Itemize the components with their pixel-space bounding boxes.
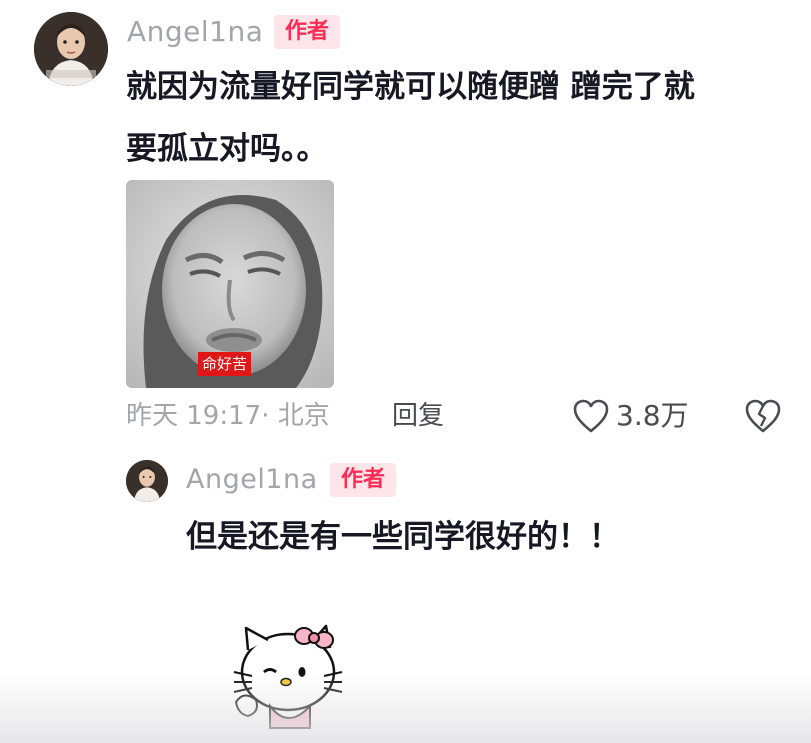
meme-caption: 命好苦 (198, 352, 252, 376)
bottom-shadow (0, 673, 811, 743)
comment-text-line-2: 要孤立对吗。。 (126, 131, 328, 167)
heart-outline-icon (573, 399, 609, 433)
reply-username[interactable]: Angel1na (186, 462, 318, 498)
comment-author-badge: 作者 (274, 15, 340, 49)
comment-username[interactable]: Angel1na (127, 14, 263, 50)
comment-meme-image[interactable]: 命好苦 (126, 180, 334, 388)
commenter-avatar[interactable] (34, 12, 108, 86)
reply-text: 但是还是有一些同学很好的！！ (186, 519, 620, 555)
comment-time-location: 昨天 19:17· 北京 (126, 401, 330, 431)
broken-heart-icon[interactable] (744, 398, 782, 434)
comment-text-line-1: 就因为流量好同学就可以随便蹭 蹭完了就 (126, 69, 695, 105)
like-count: 3.8万 (616, 399, 689, 432)
reply-author-badge: 作者 (330, 463, 396, 497)
reply-button[interactable]: 回复 (392, 396, 444, 436)
reply-avatar[interactable] (126, 460, 168, 502)
